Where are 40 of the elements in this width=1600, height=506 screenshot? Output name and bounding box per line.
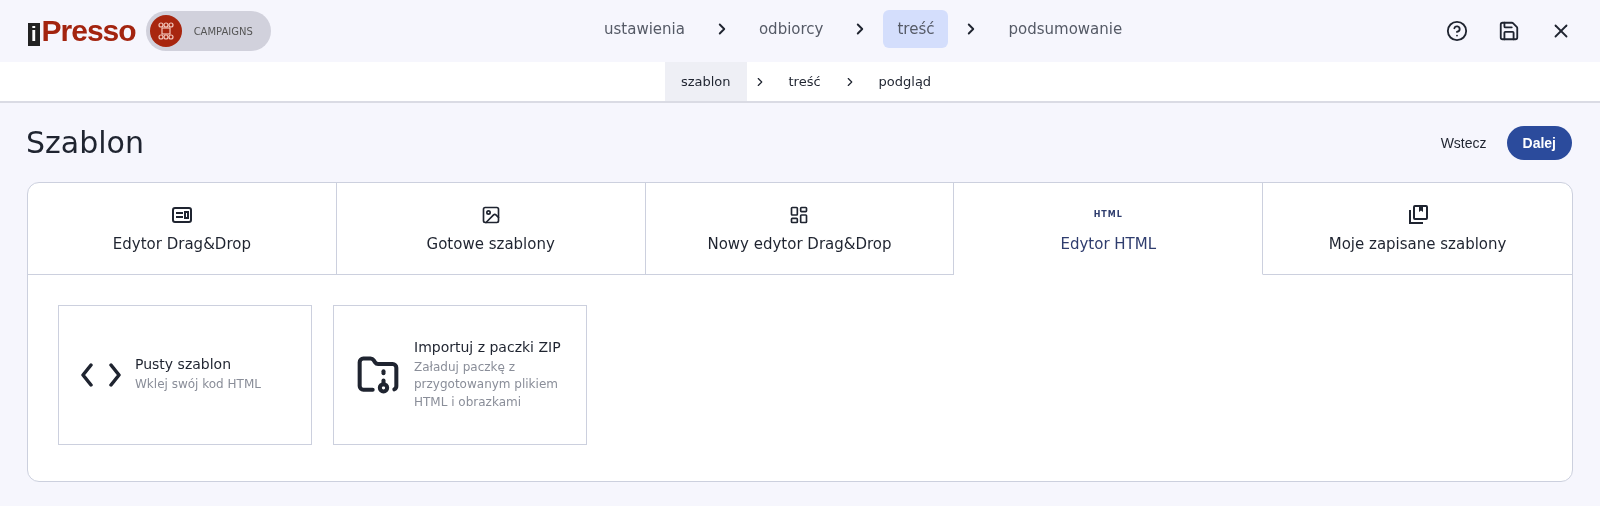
dashboard-icon [789,204,810,225]
tab-label: Edytor Drag&Drop [112,234,251,253]
app-badge[interactable]: CAMPAIGNS [145,11,271,51]
substep-tab[interactable]: szablon [664,62,747,101]
editor-tab[interactable]: Moje zapisane szablony [1263,183,1572,275]
next-button[interactable]: Dalej [1506,125,1572,160]
zip-folder-icon [356,353,400,397]
editor-tab[interactable]: HTML Edytor HTML [954,183,1264,275]
save-button[interactable] [1498,20,1520,42]
step-tab[interactable]: ustawienia [590,10,699,48]
logo-name: Presso [41,14,136,48]
step-tab[interactable]: podsumowanie [994,10,1137,48]
code-icon [81,363,121,387]
tab-label: Gotowe szablony [426,234,555,253]
step-tab[interactable]: odbiorcy [744,10,838,48]
logo-mark: i [28,22,40,46]
editor-tab[interactable]: Edytor Drag&Drop [28,183,337,275]
help-button[interactable] [1446,20,1468,42]
tab-label: Edytor HTML [1060,234,1157,253]
step-tab[interactable]: treść [883,10,949,48]
option-description: Wklej swój kod HTML [135,376,261,394]
editor-tab[interactable]: Nowy edytor Drag&Drop [645,183,955,275]
image-icon [480,204,501,225]
layout-icon [171,206,192,223]
option-title: Importuj z paczki ZIP [414,338,562,355]
back-button[interactable]: Wstecz [1434,133,1493,152]
page-title: Szablon [26,125,144,160]
editor-tab[interactable]: Gotowe szablony [336,183,646,275]
substep-tab[interactable]: podgląd [862,62,948,101]
bookmark-stack-icon [1407,204,1428,225]
badge-label: CAMPAIGNS [193,25,253,37]
html-icon: HTML [1093,210,1123,219]
option-title: Pusty szablon [135,356,233,373]
tab-label: Moje zapisane szablony [1328,234,1507,253]
substep-tab[interactable]: treść [772,62,837,101]
template-option[interactable]: Pusty szablon Wklej swój kod HTML [58,305,312,445]
network-icon [149,15,182,47]
template-option[interactable]: Importuj z paczki ZIP Załaduj paczkę z przygotowanym plikiem HTML i obrazkami [333,305,587,445]
option-description: Załaduj paczkę z przygotowanym plikiem HTML i obrazkami [414,358,559,411]
tab-label: Nowy edytor Drag&Drop [707,234,892,253]
